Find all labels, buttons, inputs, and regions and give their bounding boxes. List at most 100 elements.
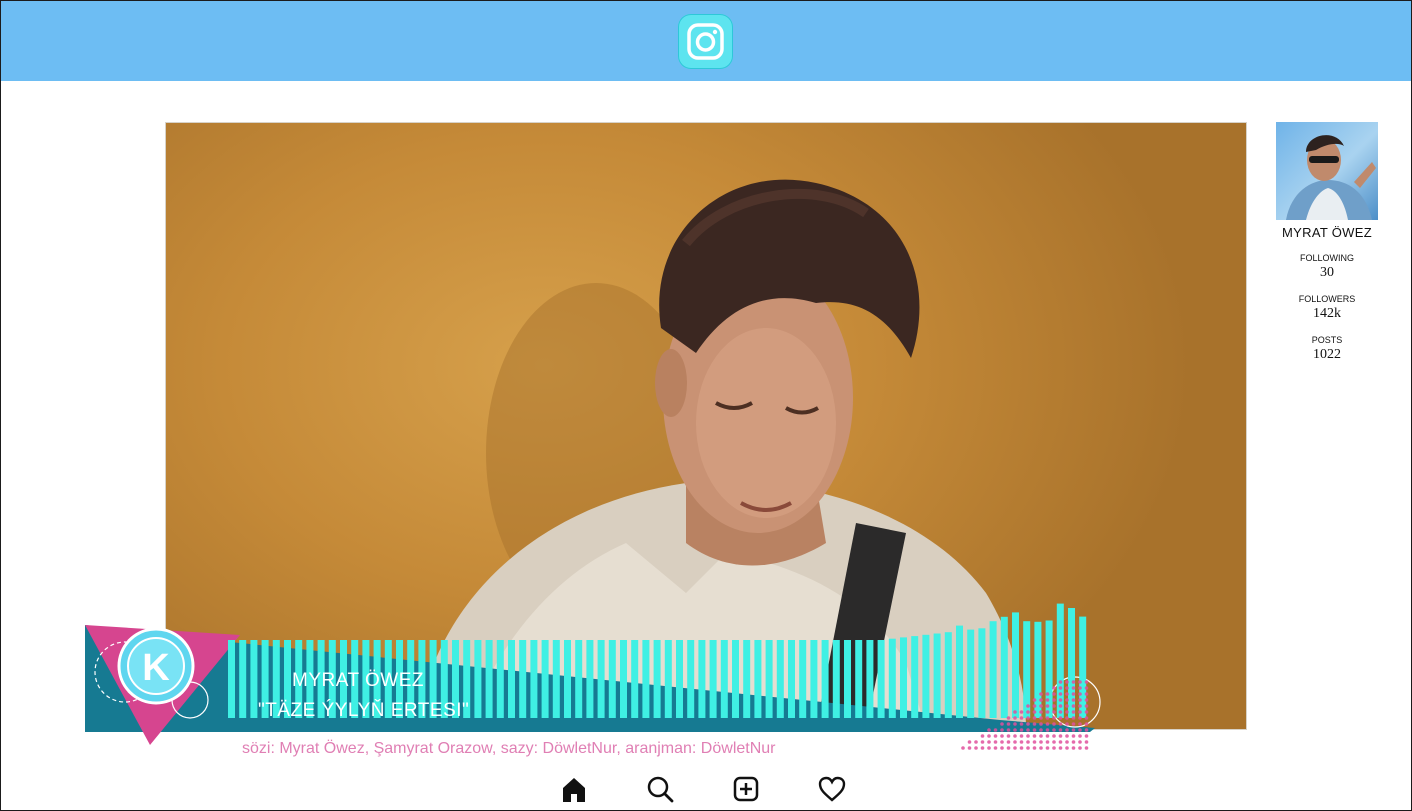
visualizer-bar: [530, 640, 538, 718]
visualizer-bar: [698, 640, 706, 718]
halftone-dot: [1058, 716, 1063, 720]
halftone-dot: [1052, 698, 1056, 702]
visualizer-bar: [239, 640, 247, 718]
halftone-dot: [1045, 722, 1050, 726]
visualizer-bar: [844, 640, 851, 718]
halftone-dot: [1032, 698, 1037, 702]
halftone-dot: [1058, 698, 1063, 702]
halftone-dot: [1019, 746, 1024, 750]
nav-add-button[interactable]: [729, 772, 763, 806]
halftone-dot: [1058, 680, 1063, 684]
halftone-dot: [1065, 734, 1069, 738]
visualizer-bar: [1023, 621, 1031, 718]
visualizer-bar: [799, 640, 807, 718]
halftone-dot: [1032, 722, 1037, 726]
halftone-dot: [1078, 746, 1082, 750]
halftone-dot: [1045, 704, 1050, 708]
halftone-dot: [1078, 710, 1082, 714]
visualizer-bar: [485, 640, 493, 718]
lower-third-graphics: K: [85, 603, 1101, 750]
halftone-dot: [1045, 740, 1050, 744]
visualizer-bar: [911, 636, 919, 718]
halftone-dot: [1019, 710, 1024, 714]
song-title: "TÄZE ÝYLYŇ ERTESI": [258, 700, 470, 721]
halftone-dot: [1084, 734, 1089, 738]
halftone-dot: [1065, 704, 1069, 708]
halftone-dot: [1078, 680, 1082, 684]
halftone-dot: [1058, 746, 1063, 750]
halftone-dot: [1013, 734, 1017, 738]
halftone-dot: [1032, 704, 1037, 708]
halftone-dot: [1000, 722, 1004, 726]
halftone-dot: [1065, 698, 1069, 702]
halftone-dot: [1045, 734, 1050, 738]
visualizer-bar: [877, 640, 885, 718]
halftone-dot: [980, 740, 985, 744]
visualizer-bar: [900, 637, 907, 718]
halftone-dot: [1000, 740, 1004, 744]
halftone-dot: [1039, 716, 1043, 720]
halftone-dot: [1006, 746, 1011, 750]
visualizer-bar: [743, 640, 751, 718]
halftone-dot: [1039, 728, 1043, 732]
halftone-dot: [1071, 680, 1076, 684]
visualizer-bar: [754, 640, 762, 718]
visualizer-bar: [1079, 616, 1087, 718]
visualizer-bar: [967, 629, 975, 718]
halftone-dot: [1019, 740, 1024, 744]
halftone-dot: [1065, 722, 1069, 726]
halftone-dot: [1052, 746, 1056, 750]
visualizer-bar: [933, 633, 941, 718]
halftone-dot: [1071, 746, 1076, 750]
visualizer-bar: [821, 640, 829, 718]
halftone-dot: [1039, 710, 1043, 714]
halftone-dot: [1019, 716, 1024, 720]
halftone-dot: [987, 728, 991, 732]
visualizer-bar: [228, 640, 235, 718]
nav-likes-button[interactable]: [815, 772, 849, 806]
halftone-dot: [1052, 734, 1056, 738]
visualizer-bar: [664, 640, 672, 718]
visualizer-bar: [508, 640, 515, 718]
halftone-dot: [1071, 728, 1076, 732]
halftone-dot: [1084, 680, 1089, 684]
add-post-icon: [733, 776, 759, 802]
halftone-dot: [1019, 734, 1024, 738]
halftone-dot: [1065, 746, 1069, 750]
halftone-dot: [1065, 710, 1069, 714]
halftone-dot: [1052, 728, 1056, 732]
visualizer-bar: [1000, 616, 1008, 718]
halftone-dot: [1084, 710, 1089, 714]
halftone-dot: [974, 746, 978, 750]
halftone-dot: [967, 746, 972, 750]
halftone-dot: [993, 746, 998, 750]
halftone-dot: [1065, 740, 1069, 744]
halftone-dot: [1026, 704, 1030, 708]
halftone-dot: [1078, 692, 1082, 696]
halftone-dot: [1071, 710, 1076, 714]
nav-home-button[interactable]: [557, 772, 591, 806]
halftone-dot: [1006, 722, 1011, 726]
halftone-dot: [1039, 722, 1043, 726]
halftone-dot: [1058, 728, 1063, 732]
visualizer-bar: [564, 640, 571, 718]
visualizer-bar: [944, 632, 952, 718]
halftone-dot: [980, 746, 985, 750]
halftone-dot: [1084, 716, 1089, 720]
halftone-dot: [1065, 692, 1069, 696]
visualizer-bar: [474, 640, 482, 718]
visualizer-bar: [866, 640, 874, 718]
visualizer-bar: [788, 640, 795, 718]
halftone-dot: [1078, 698, 1082, 702]
halftone-dot: [987, 740, 991, 744]
halftone-dot: [1013, 710, 1017, 714]
halftone-dot: [1052, 692, 1056, 696]
visualizer-bar: [608, 640, 616, 718]
halftone-dot: [1071, 734, 1076, 738]
halftone-dot: [1065, 716, 1069, 720]
visualizer-bar: [642, 640, 650, 718]
nav-search-button[interactable]: [643, 772, 677, 806]
channel-logo: K: [117, 627, 195, 705]
visualizer-bar: [720, 640, 728, 718]
halftone-dot: [1032, 740, 1037, 744]
